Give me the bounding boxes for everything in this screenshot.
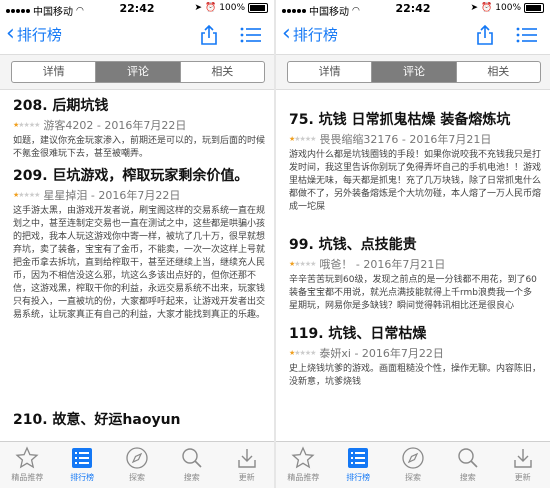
review-title: 209. 巨坑游戏，榨取玩家剩余价值。: [13, 168, 249, 184]
share-icon[interactable]: [198, 24, 220, 46]
review-author: 游客4202 - 2016年7月22日: [43, 119, 187, 132]
tab-ranking[interactable]: 排行榜: [55, 442, 110, 488]
battery-icon: [524, 3, 544, 13]
segment-related[interactable]: 相关: [181, 62, 264, 82]
nav-bar: ‹ 排行榜: [276, 18, 550, 52]
review-title: 119. 坑钱、日常枯燥: [289, 326, 427, 342]
tab-label: 精品推荐: [11, 473, 44, 482]
tab-explore[interactable]: 探索: [110, 442, 165, 488]
tab-label: 排行榜: [70, 473, 95, 482]
review-item: 208. 后期坑钱 ★★★★★ 游客4202 - 2016年7月22日 如题，建…: [13, 97, 265, 161]
review-title: 210. 故意、好运haoyun: [13, 412, 181, 428]
review-body: 辛辛苦苦玩到60级，发现之前点的是一分钱都不用花，到了60装备宝宝都不用说，就光…: [289, 275, 537, 311]
tab-label: 精品推荐: [287, 473, 320, 482]
battery-percent: 100%: [219, 3, 245, 13]
review-item: 209. 巨坑游戏，榨取玩家剩余价值。 ★★★★★ 星星掉泪 - 2016年7月…: [13, 167, 265, 322]
segmented-control: 详情 评论 相关: [287, 61, 541, 83]
review-item: 75. 坑钱 日常抓鬼枯燥 装备熔炼坑 ★★★★★ 畏畏缩缩32176 - 20…: [289, 111, 541, 214]
tab-featured[interactable]: 精品推荐: [0, 442, 55, 488]
segmented-control: 详情 评论 相关: [11, 61, 265, 83]
back-label: 排行榜: [292, 25, 338, 44]
tab-label: 更新: [514, 473, 531, 482]
status-bar: 中国移动 ◠ 22:42 ➤ ⏰ 100%: [276, 0, 550, 18]
segment-details[interactable]: 详情: [12, 62, 97, 82]
left-panel: 中国移动 ◠ 22:42 ➤ ⏰ 100% ‹ 排行榜 详情 评论 相关 208…: [0, 0, 274, 488]
list-icon[interactable]: [516, 26, 538, 44]
review-body: 如题，建议你充金玩家渗入，前期还是可以的，玩到后面的时候不氪金很难玩下去，甚至被…: [13, 136, 266, 159]
download-icon: [513, 449, 532, 468]
right-panel: 中国移动 ◠ 22:42 ➤ ⏰ 100% ‹ 排行榜 详情 评论 相关 75.…: [276, 0, 550, 488]
compass-icon: [126, 447, 148, 469]
star-rating-icon: ★★★★★: [289, 349, 316, 357]
search-icon: [458, 448, 478, 468]
review-title: 99. 坑钱、点技能贵: [289, 237, 417, 253]
review-list[interactable]: 208. 后期坑钱 ★★★★★ 游客4202 - 2016年7月22日 如题，建…: [0, 89, 274, 441]
search-icon: [182, 448, 202, 468]
share-icon[interactable]: [474, 24, 496, 46]
review-item: 99. 坑钱、点技能贵 ★★★★★ 哦爸！ - 2016年7月21日 辛辛苦苦玩…: [289, 236, 541, 313]
review-author: 畏畏缩缩32176 - 2016年7月21日: [319, 133, 492, 146]
segment-bar: 详情 评论 相关: [0, 54, 274, 90]
download-icon: [237, 449, 256, 468]
review-body: 游戏内什么都是坑钱圈钱的手段！如果你说咬我不充钱我只是打发时间，我这里告诉你别玩…: [289, 150, 542, 212]
compass-icon: [402, 447, 424, 469]
tab-search[interactable]: 搜索: [164, 442, 219, 488]
review-author: 星星掉泪 - 2016年7月22日: [43, 189, 181, 202]
status-bar: 中国移动 ◠ 22:42 ➤ ⏰ 100%: [0, 0, 274, 18]
star-icon: [15, 446, 39, 469]
review-title: 75. 坑钱 日常抓鬼枯燥 装备熔炼坑: [289, 112, 511, 128]
review-body: 这手游太黑，由游戏开发者说，刷宝阁这样的交易系统一直在规划之中，甚至连制定交易也…: [13, 206, 266, 320]
segment-related[interactable]: 相关: [457, 62, 540, 82]
back-button[interactable]: ‹ 排行榜: [6, 23, 62, 45]
nav-bar: ‹ 排行榜: [0, 18, 274, 52]
tab-updates[interactable]: 更新: [495, 442, 550, 488]
tab-updates[interactable]: 更新: [219, 442, 274, 488]
review-list[interactable]: 75. 坑钱 日常抓鬼枯燥 装备熔炼坑 ★★★★★ 畏畏缩缩32176 - 20…: [276, 89, 550, 441]
location-icon: ➤: [194, 3, 203, 13]
review-title: 208. 后期坑钱: [13, 98, 109, 114]
star-rating-icon: ★★★★★: [13, 121, 40, 129]
alarm-icon: ⏰: [481, 3, 493, 13]
star-rating-icon: ★★★★★: [13, 191, 40, 199]
battery-icon: [248, 3, 268, 13]
tab-explore[interactable]: 探索: [386, 442, 441, 488]
review-author: 泰妍xi - 2016年7月22日: [319, 347, 444, 360]
chevron-left-icon: ‹: [282, 21, 291, 46]
tab-ranking[interactable]: 排行榜: [331, 442, 386, 488]
tab-label: 更新: [238, 473, 255, 482]
tab-search[interactable]: 搜索: [440, 442, 495, 488]
star-icon: [291, 446, 315, 469]
battery-percent: 100%: [495, 3, 521, 13]
tab-bar: 精品推荐 排行榜 探索 搜索 更新: [276, 441, 550, 488]
tab-label: 排行榜: [346, 473, 371, 482]
tab-bar: 精品推荐 排行榜 探索 搜索 更新: [0, 441, 274, 488]
segment-details[interactable]: 详情: [288, 62, 373, 82]
review-body: 史上烧钱坑爹的游戏。画面粗糙没个性，操作无聊。内容陈旧，没新意，坑爹烧钱: [289, 364, 542, 387]
tab-label: 搜索: [459, 473, 476, 482]
ranking-list-icon: [72, 448, 93, 468]
review-item: 119. 坑钱、日常枯燥 ★★★★★ 泰妍xi - 2016年7月22日 史上烧…: [289, 325, 541, 389]
tab-label: 探索: [404, 473, 421, 482]
ranking-list-icon: [348, 448, 369, 468]
location-icon: ➤: [470, 3, 479, 13]
star-rating-icon: ★★★★★: [289, 135, 316, 143]
back-label: 排行榜: [16, 25, 62, 44]
review-item: 210. 故意、好运haoyun: [13, 411, 265, 429]
tab-featured[interactable]: 精品推荐: [276, 442, 331, 488]
back-button[interactable]: ‹ 排行榜: [282, 23, 338, 45]
tab-label: 探索: [128, 473, 145, 482]
alarm-icon: ⏰: [205, 3, 217, 13]
segment-bar: 详情 评论 相关: [276, 54, 550, 90]
screenshot-pair: 中国移动 ◠ 22:42 ➤ ⏰ 100% ‹ 排行榜 详情 评论 相关 208…: [0, 0, 550, 488]
tab-label: 搜索: [183, 473, 200, 482]
star-rating-icon: ★★★★★: [289, 260, 316, 268]
review-author: 哦爸！ - 2016年7月21日: [319, 258, 446, 271]
segment-reviews[interactable]: 评论: [96, 62, 181, 82]
list-icon[interactable]: [240, 26, 262, 44]
chevron-left-icon: ‹: [6, 21, 15, 46]
segment-reviews[interactable]: 评论: [372, 62, 457, 82]
